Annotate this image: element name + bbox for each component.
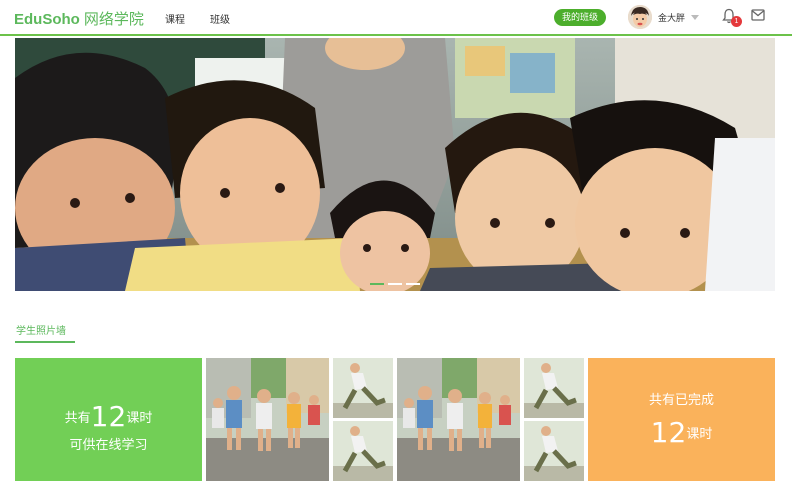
photo-tile[interactable]	[333, 421, 393, 481]
notification-badge: 1	[731, 16, 742, 27]
jumping-kid-photo	[333, 358, 393, 418]
lesson-count-suffix: 课时	[126, 410, 153, 425]
photo-tile[interactable]	[524, 421, 584, 481]
carousel-dot-3[interactable]	[406, 283, 420, 285]
completed-count-line: 12课时	[588, 416, 775, 449]
completed-count-card: 共有已完成 12课时	[588, 358, 775, 481]
user-name[interactable]: 金大胖	[658, 11, 685, 24]
top-navbar: EduSoho 网络学院 课程 班级 我的班级 金大胖 1	[0, 0, 792, 36]
completed-count-title: 共有已完成	[648, 392, 714, 407]
carousel-dot-1[interactable]	[370, 283, 384, 285]
lesson-count-prefix: 共有	[64, 410, 91, 425]
nav-link-courses[interactable]: 课程	[165, 11, 185, 26]
completed-count-suffix: 课时	[686, 426, 713, 441]
chevron-down-icon[interactable]	[691, 15, 699, 20]
carousel-dot-2[interactable]	[388, 283, 402, 285]
jumping-kid-photo	[333, 421, 393, 481]
completed-count-number: 12	[650, 416, 687, 449]
nav-link-classes[interactable]: 班级	[210, 11, 230, 26]
mail-icon[interactable]	[751, 9, 765, 21]
logo-text-cn: 网络学院	[83, 11, 144, 28]
section-title: 学生照片墙	[16, 326, 66, 337]
photo-tile[interactable]	[524, 358, 584, 418]
lesson-count-number: 12	[90, 400, 127, 433]
photo-tile[interactable]	[333, 358, 393, 418]
my-class-button[interactable]: 我的班级	[554, 9, 606, 26]
logo-text-en: EduSoho	[14, 11, 80, 28]
photo-tile[interactable]	[397, 358, 520, 481]
avatar[interactable]	[628, 5, 652, 29]
running-kids-photo	[397, 358, 520, 481]
jumping-kid-photo	[524, 421, 584, 481]
avatar-image	[628, 5, 652, 29]
carousel-slide-image	[15, 38, 775, 291]
site-logo[interactable]: EduSoho 网络学院	[14, 8, 144, 29]
lesson-count-card: 共有12课时 可供在线学习	[15, 358, 202, 481]
lesson-count-subtitle: 可供在线学习	[69, 437, 148, 452]
banner-carousel[interactable]	[15, 38, 775, 291]
photo-tile[interactable]	[206, 358, 329, 481]
lesson-count-line: 共有12课时	[15, 400, 202, 433]
section-title-underline	[15, 341, 75, 343]
running-kids-photo	[206, 358, 329, 481]
jumping-kid-photo	[524, 358, 584, 418]
